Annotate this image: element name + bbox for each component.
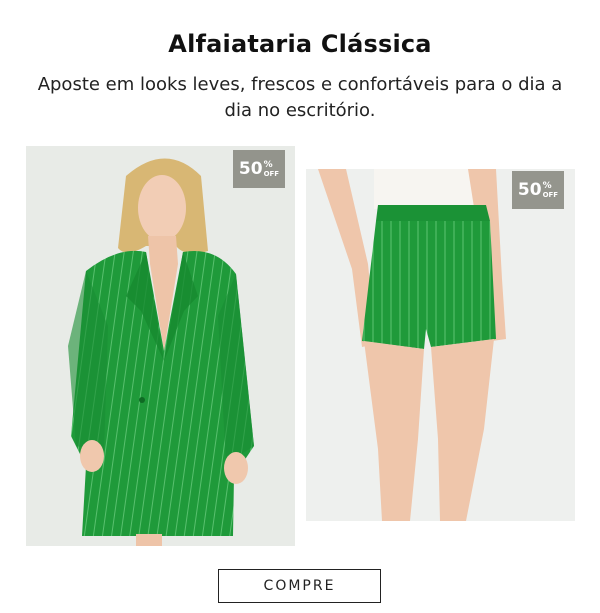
blazer-product-image[interactable]: 50 % OFF xyxy=(26,146,295,546)
shorts-product-image[interactable]: 50 % OFF xyxy=(306,169,575,521)
discount-off: OFF xyxy=(263,169,280,178)
discount-badge: 50 % OFF xyxy=(233,150,285,188)
shorts-photo xyxy=(306,169,575,521)
page-title: Alfaiataria Clássica xyxy=(168,30,432,58)
discount-off: OFF xyxy=(542,190,559,199)
discount-badge: 50 % OFF xyxy=(512,171,564,209)
discount-value: 50 xyxy=(517,179,542,200)
compre-button[interactable]: COMPRE xyxy=(218,569,381,603)
blazer-photo xyxy=(26,146,295,546)
page-subtitle: Aposte em looks leves, frescos e confort… xyxy=(37,74,563,121)
discount-value: 50 xyxy=(238,158,263,179)
discount-percent: % xyxy=(542,180,552,191)
discount-percent: % xyxy=(263,159,273,170)
